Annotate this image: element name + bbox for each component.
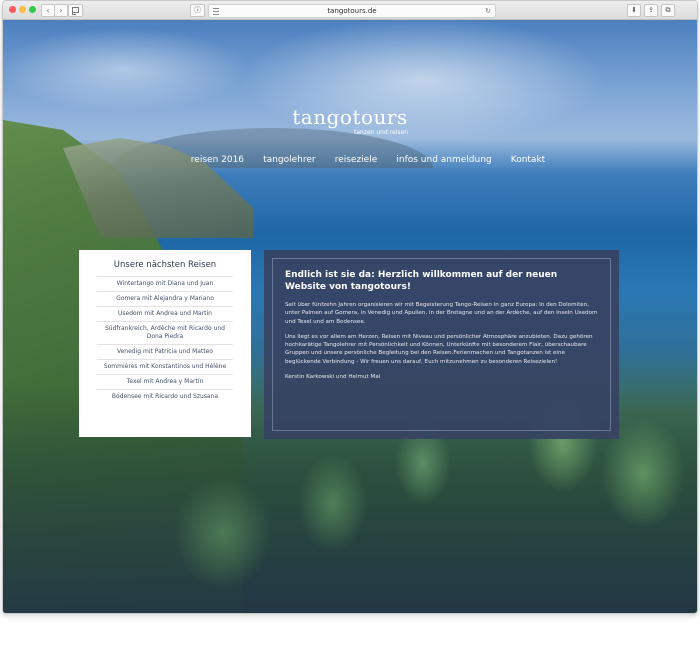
main-navigation: reisen 2016 tangolehrer reiseziele infos… [3, 147, 697, 166]
share-icon[interactable]: ⇪ [644, 4, 658, 17]
trip-link[interactable]: Gomera mit Alejandra y Mariano [97, 291, 233, 306]
nav-kontakt[interactable]: Kontakt [511, 155, 545, 165]
nav-tangolehrer[interactable]: tangolehrer [263, 155, 315, 165]
close-window-button[interactable] [9, 6, 16, 13]
trip-link[interactable]: Usedom mit Andrea und Martin [97, 306, 233, 321]
logo-wordmark: tangotours [292, 105, 408, 129]
trip-link[interactable]: Südfrankreich, Ardèche mit Ricardo und D… [97, 321, 233, 344]
address-bar[interactable]: tangotours.de ↻ [208, 4, 496, 18]
trip-link[interactable]: Bodensee mit Ricardo und Szusana [97, 389, 233, 404]
trip-link[interactable]: Texel mit Andrea y Martín [97, 374, 233, 389]
trip-link[interactable]: Venedig mit Patricia und Matteo [97, 344, 233, 359]
trip-link[interactable]: Sommières mit Konstantinos und Hélène [97, 359, 233, 374]
tabs-overview-icon[interactable]: ⧉ [661, 4, 675, 17]
welcome-panel-frame: Endlich ist sie da: Herzlich willkommen … [272, 258, 611, 431]
minimize-window-button[interactable] [19, 6, 26, 13]
upcoming-trips-list: Wintertango mit Diana und Juan Gomera mi… [97, 276, 233, 404]
nav-reisen-2016[interactable]: reisen 2016 [191, 155, 244, 165]
nav-reiseziele[interactable]: reiseziele [335, 155, 378, 165]
extension-icon[interactable]: ⓘ [190, 4, 205, 17]
welcome-paragraph: Seit über fünfzehn Jahren organisieren w… [285, 302, 598, 325]
welcome-heading: Endlich ist sie da: Herzlich willkommen … [285, 270, 558, 292]
upcoming-trips-title: Unsere nächsten Reisen [113, 260, 217, 270]
downloads-icon[interactable]: ⬇ [627, 4, 641, 17]
reload-icon[interactable]: ↻ [485, 5, 491, 17]
url-text: tangotours.de [327, 7, 377, 15]
logo-tagline: tanzen und reisen [353, 129, 409, 136]
sidebar-toggle-icon[interactable] [68, 4, 83, 17]
browser-window: ‹ › ⓘ tangotours.de ↻ ⬇ ⇪ ⧉ tangotours t… [2, 0, 698, 614]
trip-link[interactable]: Wintertango mit Diana und Juan [97, 276, 233, 291]
back-button[interactable]: ‹ [41, 4, 55, 17]
page-viewport: tangotours tanzen und reisen reisen 2016… [3, 20, 697, 613]
welcome-signature: Kerstin Karkowski und Helmut Mai [285, 374, 381, 381]
upcoming-trips-panel: Unsere nächsten Reisen Wintertango mit D… [79, 250, 251, 437]
site-logo[interactable]: tangotours tanzen und reisen [3, 105, 697, 136]
zoom-window-button[interactable] [29, 6, 36, 13]
nav-infos-und-anmeldung[interactable]: infos und anmeldung [396, 155, 491, 165]
welcome-paragraph: Uns liegt es vor allem am Herzen, Reisen… [285, 333, 593, 365]
forward-button[interactable]: › [54, 4, 68, 17]
welcome-panel: Endlich ist sie da: Herzlich willkommen … [264, 250, 619, 439]
browser-toolbar: ‹ › ⓘ tangotours.de ↻ ⬇ ⇪ ⧉ [3, 1, 697, 20]
reader-icon[interactable] [213, 8, 219, 15]
